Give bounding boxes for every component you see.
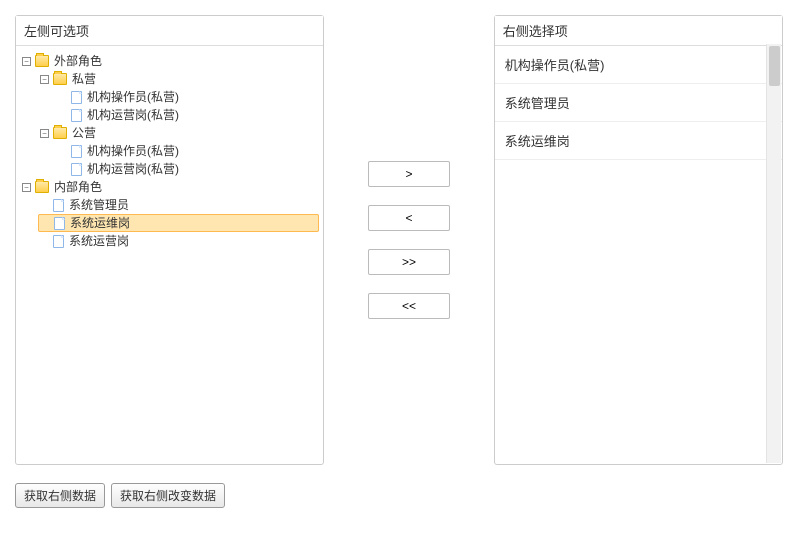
right-panel-title: 右侧选择项 (495, 16, 782, 46)
tree-node-external-roles[interactable]: 外部角色 (20, 52, 319, 70)
options-tree: 外部角色 私营 (20, 52, 319, 250)
folder-open-icon (35, 181, 49, 193)
tree-leaf-sysbiz[interactable]: 系统运营岗 (38, 232, 319, 250)
scrollbar-thumb[interactable] (769, 46, 780, 86)
tree-leaf-sysadmin[interactable]: 系统管理员 (38, 196, 319, 214)
right-panel-body: 机构操作员(私营) 系统管理员 系统运维岗 (495, 46, 782, 466)
file-icon (54, 217, 65, 230)
tree-node-label: 机构操作员(私营) (85, 142, 181, 160)
tree-node-internal-roles[interactable]: 内部角色 (20, 178, 319, 196)
tree-leaf-ops-private[interactable]: 机构运营岗(私营) (56, 106, 319, 124)
tree-node-public[interactable]: 公营 (38, 124, 319, 142)
tree-node-private[interactable]: 私营 (38, 70, 319, 88)
folder-open-icon (35, 55, 49, 67)
tree-node-label: 私营 (70, 70, 98, 88)
selected-item[interactable]: 系统管理员 (495, 84, 782, 122)
get-right-data-button[interactable]: 获取右侧数据 (15, 483, 105, 508)
remove-all-button[interactable]: << (368, 293, 450, 319)
file-icon (71, 109, 82, 122)
right-panel: 右侧选择项 机构操作员(私营) 系统管理员 系统运维岗 (494, 15, 783, 465)
collapse-icon[interactable] (22, 183, 31, 192)
tree-node-label: 系统运维岗 (68, 215, 132, 231)
selected-item[interactable]: 机构操作员(私营) (495, 46, 782, 84)
collapse-icon[interactable] (22, 57, 31, 66)
tree-node-label: 内部角色 (52, 178, 104, 196)
tree-leaf-operator-private[interactable]: 机构操作员(私营) (56, 88, 319, 106)
tree-leaf-sysops[interactable]: 系统运维岗 (38, 214, 319, 232)
tree-node-label: 系统管理员 (67, 196, 131, 214)
tree-node-label: 系统运营岗 (67, 232, 131, 250)
file-icon (53, 235, 64, 248)
left-panel: 左侧可选项 外部角色 (15, 15, 324, 465)
tree-node-label: 公营 (70, 124, 98, 142)
folder-open-icon (53, 73, 67, 85)
file-icon (53, 199, 64, 212)
transfer-controls: > < >> << (324, 15, 494, 465)
file-icon (71, 91, 82, 104)
add-all-button[interactable]: >> (368, 249, 450, 275)
tree-node-label: 机构操作员(私营) (85, 88, 181, 106)
collapse-icon[interactable] (40, 129, 49, 138)
file-icon (71, 163, 82, 176)
left-panel-title: 左侧可选项 (16, 16, 323, 46)
tree-node-label: 机构运营岗(私营) (85, 160, 181, 178)
selected-item[interactable]: 系统运维岗 (495, 122, 782, 160)
add-button[interactable]: > (368, 161, 450, 187)
get-right-changed-data-button[interactable]: 获取右侧改变数据 (111, 483, 225, 508)
tree-node-label: 机构运营岗(私营) (85, 106, 181, 124)
bottom-toolbar: 获取右侧数据 获取右侧改变数据 (15, 483, 783, 508)
scrollbar[interactable] (766, 44, 781, 463)
folder-open-icon (53, 127, 67, 139)
tree-leaf-ops-public[interactable]: 机构运营岗(私营) (56, 160, 319, 178)
file-icon (71, 145, 82, 158)
left-panel-body: 外部角色 私营 (16, 46, 323, 466)
tree-leaf-operator-public[interactable]: 机构操作员(私营) (56, 142, 319, 160)
collapse-icon[interactable] (40, 75, 49, 84)
remove-button[interactable]: < (368, 205, 450, 231)
tree-node-label: 外部角色 (52, 52, 104, 70)
